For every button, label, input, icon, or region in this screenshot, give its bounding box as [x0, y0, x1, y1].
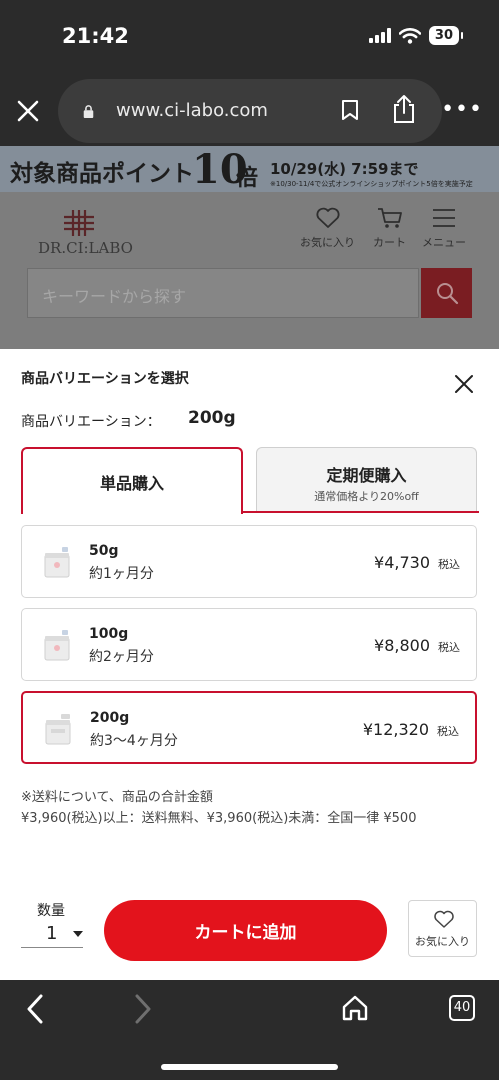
quantity-select[interactable]: 1	[21, 920, 83, 948]
status-time: 21:42	[62, 24, 129, 48]
promo-main-text: 対象商品ポイント	[10, 161, 194, 187]
option-price: ¥12,320	[362, 720, 429, 739]
option-term: 約1ヶ月分	[89, 566, 154, 582]
sheet-title: 商品バリエーションを選択	[21, 371, 189, 387]
option-term: 約2ヶ月分	[89, 649, 154, 665]
add-to-cart-label: カートに追加	[194, 923, 297, 943]
tab-single-purchase-label: 単品購入	[99, 473, 164, 493]
browser-toolbar: 40	[0, 980, 499, 1080]
wifi-icon	[398, 27, 421, 44]
brand-logo-icon	[64, 210, 94, 236]
option-tax-label: 税込	[438, 558, 460, 571]
url-field[interactable]: www.ci-labo.com	[58, 79, 442, 143]
option-size: 200g	[90, 710, 130, 726]
promo-multiplier: 倍	[236, 166, 259, 191]
site-search-input[interactable]: キーワードから探す	[27, 268, 419, 318]
close-icon[interactable]	[453, 373, 475, 395]
option-size: 50g	[89, 543, 119, 559]
variation-selected-value: 200g	[188, 408, 236, 428]
site-nav-favorite-label: お気に入り	[300, 236, 355, 249]
option-size: 100g	[89, 626, 129, 642]
lock-icon	[83, 105, 94, 118]
site-search-placeholder: キーワードから探す	[42, 287, 187, 306]
status-bar: 21:42 30	[0, 0, 499, 75]
hamburger-menu-icon	[433, 209, 455, 227]
tab-subscription-label: 定期便購入	[326, 466, 407, 485]
home-icon[interactable]	[341, 994, 369, 1022]
option-100g[interactable]: 100g 約2ヶ月分 ¥8,800 税込	[21, 608, 477, 681]
option-200g[interactable]: 200g 約3〜4ヶ月分 ¥12,320 税込	[21, 691, 477, 764]
option-term: 約3〜4ヶ月分	[90, 733, 178, 749]
option-tax-label: 税込	[437, 725, 459, 738]
quantity-value: 1	[46, 923, 58, 944]
brand-logo-text[interactable]: DR.CI:LABO	[38, 239, 133, 257]
promo-banner[interactable]: 対象商品ポイント 10 倍 10/29(水) 7:59まで ※10/30-11/…	[0, 146, 499, 193]
close-icon	[17, 100, 39, 122]
product-jar-icon	[44, 630, 70, 661]
site-search-button[interactable]	[421, 268, 472, 318]
promo-date: 10/29(水) 7:59まで	[270, 160, 419, 178]
quantity-label: 数量	[37, 903, 65, 919]
site-nav-favorite[interactable]: お気に入り	[300, 206, 355, 250]
shipping-note-line2: ¥3,960(税込)以上：送料無料、¥3,960(税込)未満：全国一律 ¥500	[21, 811, 417, 826]
signal-icon	[368, 28, 391, 43]
product-jar-icon	[45, 714, 71, 745]
status-icons: 30	[368, 26, 464, 45]
shipping-note: ※送料について、商品の合計金額 ¥3,960(税込)以上：送料無料、¥3,960…	[21, 787, 416, 829]
option-price: ¥4,730	[374, 553, 430, 572]
site-nav-cart[interactable]: カート	[373, 206, 406, 250]
heart-icon	[315, 207, 340, 228]
forward-icon[interactable]	[130, 993, 154, 1025]
option-price: ¥8,800	[374, 636, 430, 655]
site-nav-menu[interactable]: メニュー	[422, 206, 466, 250]
add-to-cart-button[interactable]: カートに追加	[104, 900, 387, 961]
search-icon	[436, 283, 458, 305]
variation-label: 商品バリエーション：	[21, 414, 161, 430]
variation-bottom-sheet: 商品バリエーションを選択 商品バリエーション： 200g 単品購入 定期便購入 …	[0, 349, 499, 980]
promo-note: ※10/30-11/4で公式オンラインショップポイント5倍を実施予定	[270, 180, 473, 188]
battery-icon: 30	[428, 26, 464, 45]
favorite-button[interactable]: お気に入り	[408, 900, 477, 957]
site-nav-cart-label: カート	[373, 236, 406, 249]
more-menu-button[interactable]: •••	[441, 97, 483, 122]
close-tab-button[interactable]	[12, 95, 44, 127]
bookmark-icon[interactable]	[341, 99, 359, 121]
url-text: www.ci-labo.com	[116, 100, 268, 121]
caret-down-icon	[73, 931, 83, 937]
browser-address-bar: www.ci-labo.com •••	[0, 75, 499, 146]
share-icon[interactable]	[392, 94, 416, 124]
tab-subscription[interactable]: 定期便購入 通常価格より20%off	[256, 447, 477, 511]
site-nav-menu-label: メニュー	[422, 236, 466, 249]
tab-underline	[241, 511, 479, 513]
tab-single-purchase[interactable]: 単品購入	[21, 447, 243, 514]
option-50g[interactable]: 50g 約1ヶ月分 ¥4,730 税込	[21, 525, 477, 598]
tabs-button[interactable]: 40	[449, 995, 475, 1021]
website-background: 対象商品ポイント 10 倍 10/29(水) 7:59まで ※10/30-11/…	[0, 146, 499, 349]
cart-icon	[377, 208, 402, 228]
shipping-note-line1: ※送料について、商品の合計金額	[21, 790, 213, 805]
home-indicator	[161, 1064, 338, 1070]
favorite-label: お気に入り	[415, 935, 470, 948]
product-jar-icon	[44, 547, 70, 578]
back-icon[interactable]	[24, 993, 48, 1025]
heart-icon	[434, 910, 454, 928]
tab-subscription-note: 通常価格より20%off	[314, 490, 419, 503]
option-tax-label: 税込	[438, 641, 460, 654]
